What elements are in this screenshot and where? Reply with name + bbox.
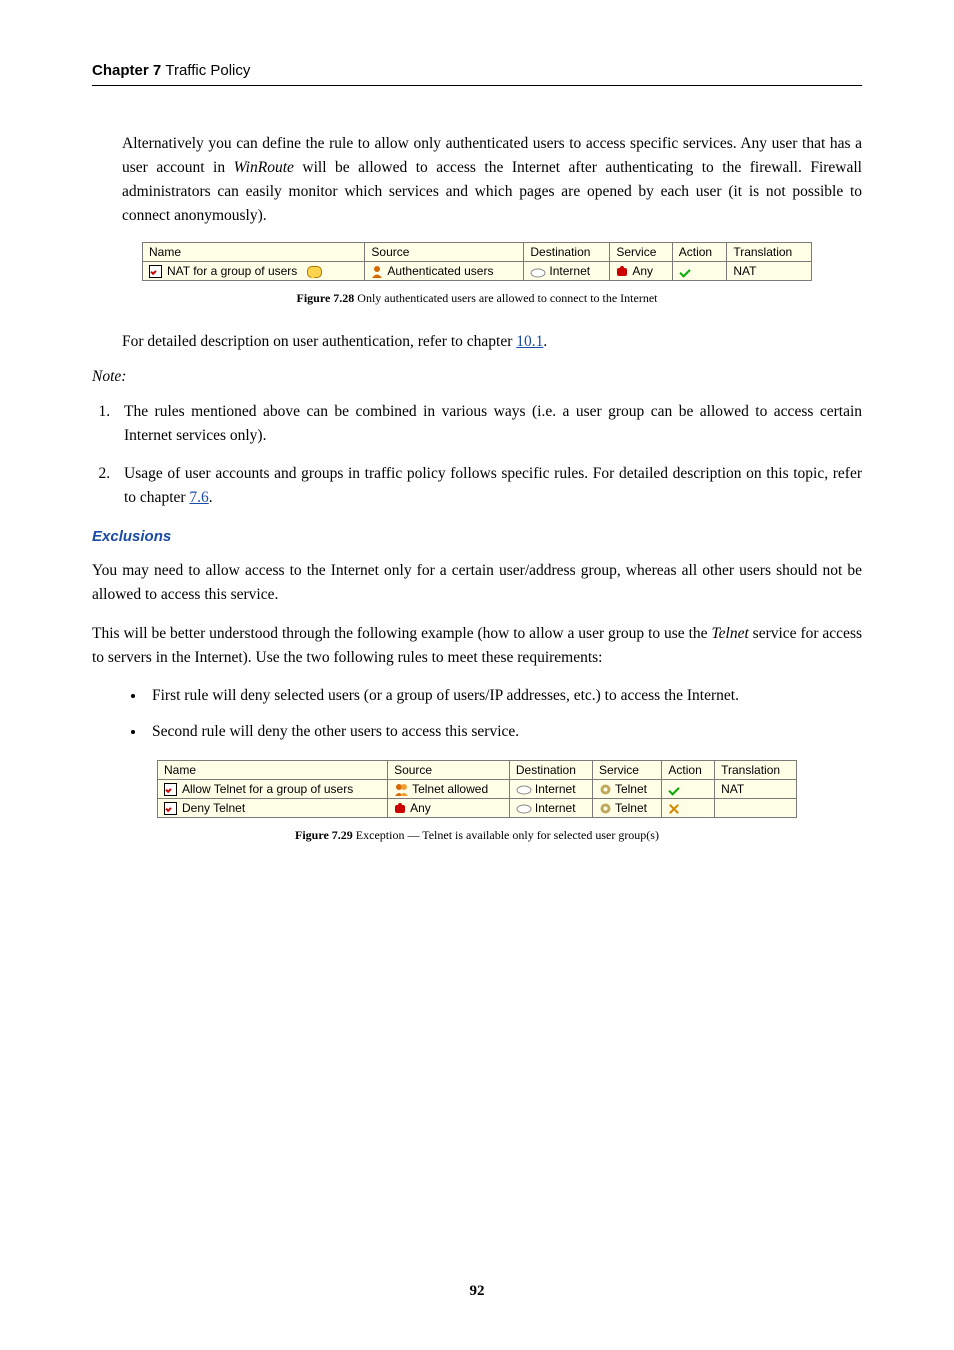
col-service: Service — [592, 760, 661, 779]
gear-icon — [599, 802, 612, 815]
section-exclusions: Exclusions — [92, 528, 862, 545]
source-text: Any — [410, 801, 431, 815]
winroute-term: WinRoute — [234, 159, 294, 176]
cell-service: Telnet — [592, 779, 661, 798]
link-10-1[interactable]: 10.1 — [516, 333, 543, 350]
paragraph-4: This will be better understood through t… — [92, 622, 862, 670]
chapter-title: Traffic Policy — [165, 62, 250, 79]
figure-7-29-caption: Figure 7.29 Exception — Telnet is availa… — [92, 828, 862, 843]
rule-name: NAT for a group of users — [167, 264, 297, 278]
source-text: Authenticated users — [387, 264, 493, 278]
list-item: Second rule will deny the other users to… — [146, 720, 862, 744]
table-row: Allow Telnet for a group of users Telnet… — [158, 779, 797, 798]
dest-text: Internet — [535, 801, 576, 815]
note-label: Note: — [92, 368, 862, 386]
caption-text: Exception — Telnet is available only for… — [353, 828, 659, 842]
col-source: Source — [388, 760, 510, 779]
col-action: Action — [672, 243, 727, 262]
cell-dest: Internet — [509, 798, 592, 817]
paragraph-1: Alternatively you can define the rule to… — [122, 132, 862, 228]
col-name: Name — [158, 760, 388, 779]
paragraph-3: You may need to allow access to the Inte… — [92, 559, 862, 607]
cell-action — [662, 798, 715, 817]
figure-7-28-caption: Figure 7.28 Only authenticated users are… — [92, 291, 862, 306]
cloud-icon — [516, 803, 532, 814]
cell-trans: NAT — [715, 779, 797, 798]
ref-block: For detailed description on user authent… — [92, 330, 862, 354]
user-icon — [371, 265, 384, 278]
cell-dest: Internet — [509, 779, 592, 798]
col-translation: Translation — [727, 243, 812, 262]
checkbox-icon — [149, 265, 162, 278]
col-destination: Destination — [524, 243, 610, 262]
checkbox-icon — [164, 802, 177, 815]
col-destination: Destination — [509, 760, 592, 779]
notes-list: The rules mentioned above can be combine… — [92, 400, 862, 510]
col-translation: Translation — [715, 760, 797, 779]
cell-source: Authenticated users — [365, 262, 524, 281]
cell-action — [672, 262, 727, 281]
service-text: Telnet — [615, 782, 647, 796]
cell-name: Allow Telnet for a group of users — [158, 779, 388, 798]
speech-icon — [307, 266, 322, 278]
col-action: Action — [662, 760, 715, 779]
service-text: Telnet — [615, 801, 647, 815]
cell-service: Telnet — [592, 798, 661, 817]
users-icon — [394, 783, 409, 796]
bullet-list: First rule will deny selected users (or … — [92, 684, 862, 744]
paragraph-2: For detailed description on user authent… — [122, 330, 862, 354]
cell-source: Telnet allowed — [388, 779, 510, 798]
li2-tail: . — [209, 489, 213, 506]
col-name: Name — [143, 243, 365, 262]
table-row: Deny Telnet Any Internet Telnet — [158, 798, 797, 817]
checkbox-icon — [164, 783, 177, 796]
col-service: Service — [610, 243, 672, 262]
cloud-icon — [530, 267, 546, 278]
table-row: NAT for a group of users Authenticated u… — [143, 262, 812, 281]
page: Chapter 7 Traffic Policy Alternatively y… — [0, 0, 954, 1350]
list-item: The rules mentioned above can be combine… — [114, 400, 862, 448]
list-item: Usage of user accounts and groups in tra… — [114, 462, 862, 510]
chapter-label: Chapter 7 — [92, 62, 161, 79]
cell-trans — [715, 798, 797, 817]
check-icon — [679, 267, 693, 277]
puzzle-icon — [394, 802, 407, 815]
table-header-row: Name Source Destination Service Action T… — [158, 760, 797, 779]
table-header-row: Name Source Destination Service Action T… — [143, 243, 812, 262]
telnet-term: Telnet — [711, 625, 748, 642]
caption-bold: Figure 7.29 — [295, 828, 353, 842]
rule-name: Allow Telnet for a group of users — [182, 782, 353, 796]
check-icon — [668, 785, 682, 795]
gear-icon — [599, 783, 612, 796]
caption-bold: Figure 7.28 — [297, 291, 355, 305]
cell-source: Any — [388, 798, 510, 817]
cloud-icon — [516, 784, 532, 795]
figure-7-28-table: Name Source Destination Service Action T… — [142, 242, 812, 281]
rule-name: Deny Telnet — [182, 801, 245, 815]
li2-a: Usage of user accounts and groups in tra… — [124, 465, 862, 506]
list-item: First rule will deny selected users (or … — [146, 684, 862, 708]
service-text: Any — [632, 264, 653, 278]
cell-action — [662, 779, 715, 798]
p2-tail: . — [543, 333, 547, 350]
figure-7-29-table: Name Source Destination Service Action T… — [157, 760, 797, 819]
link-7-6[interactable]: 7.6 — [189, 489, 208, 506]
p2-a: For detailed description on user authent… — [122, 333, 516, 350]
intro-block: Alternatively you can define the rule to… — [92, 132, 862, 228]
cell-service: Any — [610, 262, 672, 281]
dest-text: Internet — [549, 264, 590, 278]
cell-name: Deny Telnet — [158, 798, 388, 817]
puzzle-icon — [616, 265, 629, 278]
chapter-heading: Chapter 7 Traffic Policy — [92, 62, 862, 86]
page-number: 92 — [0, 1283, 954, 1300]
caption-text: Only authenticated users are allowed to … — [354, 291, 657, 305]
deny-icon — [668, 803, 680, 815]
col-source: Source — [365, 243, 524, 262]
source-text: Telnet allowed — [412, 782, 488, 796]
cell-dest: Internet — [524, 262, 610, 281]
p4-a: This will be better understood through t… — [92, 625, 711, 642]
cell-trans: NAT — [727, 262, 812, 281]
cell-name: NAT for a group of users — [143, 262, 365, 281]
dest-text: Internet — [535, 782, 576, 796]
